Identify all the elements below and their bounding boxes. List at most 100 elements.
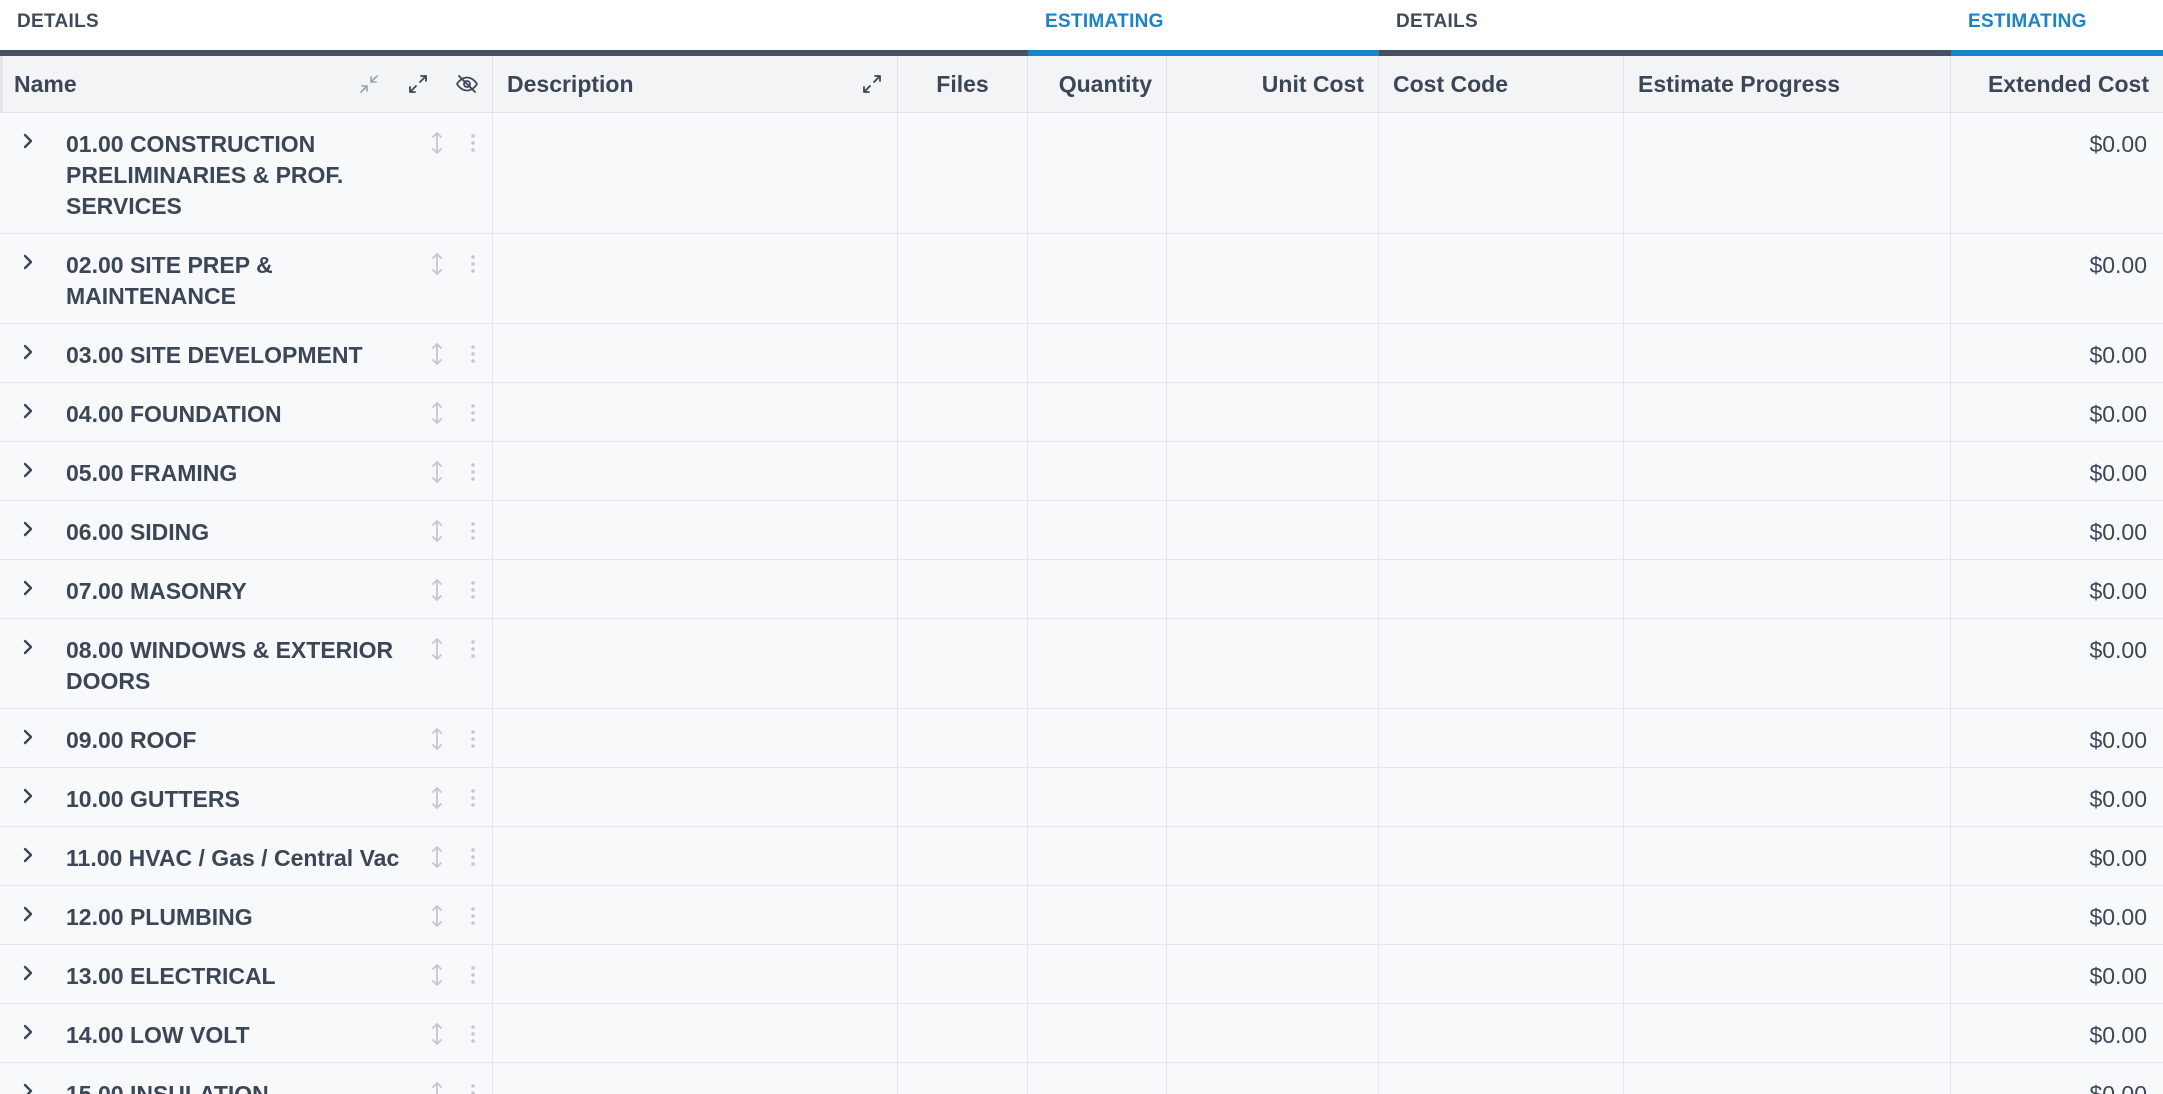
cell-cost-code[interactable]: [1379, 1063, 1624, 1094]
cell-cost-code[interactable]: [1379, 324, 1624, 382]
kebab-menu-icon[interactable]: [461, 635, 485, 663]
cell-description[interactable]: [493, 324, 898, 382]
cell-quantity[interactable]: [1028, 1063, 1167, 1094]
cell-cost-code[interactable]: [1379, 234, 1624, 323]
cell-estimate-progress[interactable]: [1624, 560, 1951, 618]
cell-unit-cost[interactable]: [1167, 768, 1379, 826]
drag-handle-vertical-icon[interactable]: [425, 843, 449, 871]
cell-description[interactable]: [493, 886, 898, 944]
cell-name[interactable]: 11.00 HVAC / Gas / Central Vac: [0, 827, 493, 885]
cell-quantity[interactable]: [1028, 560, 1167, 618]
cell-files[interactable]: [898, 383, 1028, 441]
table-row[interactable]: 13.00 ELECTRICAL $0.00: [0, 945, 2163, 1004]
chevron-right-icon[interactable]: [14, 1018, 42, 1046]
table-row[interactable]: 03.00 SITE DEVELOPMENT $0.00: [0, 324, 2163, 383]
cell-cost-code[interactable]: [1379, 501, 1624, 559]
chevron-right-icon[interactable]: [14, 456, 42, 484]
cell-cost-code[interactable]: [1379, 619, 1624, 708]
cell-quantity[interactable]: [1028, 442, 1167, 500]
cell-cost-code[interactable]: [1379, 383, 1624, 441]
cell-estimate-progress[interactable]: [1624, 768, 1951, 826]
cell-description[interactable]: [493, 501, 898, 559]
kebab-menu-icon[interactable]: [461, 843, 485, 871]
cell-files[interactable]: [898, 442, 1028, 500]
cell-unit-cost[interactable]: [1167, 886, 1379, 944]
drag-handle-vertical-icon[interactable]: [425, 784, 449, 812]
drag-handle-vertical-icon[interactable]: [425, 1020, 449, 1048]
kebab-menu-icon[interactable]: [461, 1079, 485, 1094]
column-header-files[interactable]: Files: [898, 56, 1028, 112]
cell-extended-cost[interactable]: $0.00: [1951, 234, 2163, 323]
column-header-unit-cost[interactable]: Unit Cost: [1167, 56, 1379, 112]
cell-files[interactable]: [898, 501, 1028, 559]
cell-unit-cost[interactable]: [1167, 1063, 1379, 1094]
column-header-name[interactable]: Name: [0, 56, 493, 112]
kebab-menu-icon[interactable]: [461, 961, 485, 989]
column-header-quantity[interactable]: Quantity: [1028, 56, 1167, 112]
cell-estimate-progress[interactable]: [1624, 113, 1951, 233]
cell-files[interactable]: [898, 1063, 1028, 1094]
cell-files[interactable]: [898, 709, 1028, 767]
cell-extended-cost[interactable]: $0.00: [1951, 945, 2163, 1003]
table-row[interactable]: 15.00 INSULATION $0.00: [0, 1063, 2163, 1094]
cell-unit-cost[interactable]: [1167, 113, 1379, 233]
cell-name[interactable]: 03.00 SITE DEVELOPMENT: [0, 324, 493, 382]
cell-files[interactable]: [898, 234, 1028, 323]
cell-quantity[interactable]: [1028, 234, 1167, 323]
cell-quantity[interactable]: [1028, 501, 1167, 559]
cell-name[interactable]: 13.00 ELECTRICAL: [0, 945, 493, 1003]
cell-extended-cost[interactable]: $0.00: [1951, 1063, 2163, 1094]
table-row[interactable]: 08.00 WINDOWS & EXTERIOR DOORS $0.00: [0, 619, 2163, 709]
chevron-right-icon[interactable]: [14, 248, 42, 276]
cell-extended-cost[interactable]: $0.00: [1951, 886, 2163, 944]
cell-extended-cost[interactable]: $0.00: [1951, 113, 2163, 233]
table-row[interactable]: 04.00 FOUNDATION $0.00: [0, 383, 2163, 442]
drag-handle-vertical-icon[interactable]: [425, 129, 449, 157]
cell-estimate-progress[interactable]: [1624, 1063, 1951, 1094]
kebab-menu-icon[interactable]: [461, 902, 485, 930]
drag-handle-vertical-icon[interactable]: [425, 725, 449, 753]
table-row[interactable]: 02.00 SITE PREP & MAINTENANCE $0.00: [0, 234, 2163, 324]
collapse-arrows-icon[interactable]: [357, 72, 381, 96]
chevron-right-icon[interactable]: [14, 900, 42, 928]
cell-files[interactable]: [898, 827, 1028, 885]
kebab-menu-icon[interactable]: [461, 576, 485, 604]
kebab-menu-icon[interactable]: [461, 725, 485, 753]
cell-description[interactable]: [493, 383, 898, 441]
table-row[interactable]: 01.00 CONSTRUCTION PRELIMINARIES & PROF.…: [0, 113, 2163, 234]
chevron-right-icon[interactable]: [14, 1077, 42, 1094]
kebab-menu-icon[interactable]: [461, 458, 485, 486]
cell-unit-cost[interactable]: [1167, 324, 1379, 382]
cell-files[interactable]: [898, 619, 1028, 708]
cell-name[interactable]: 10.00 GUTTERS: [0, 768, 493, 826]
cell-estimate-progress[interactable]: [1624, 442, 1951, 500]
cell-extended-cost[interactable]: $0.00: [1951, 827, 2163, 885]
cell-cost-code[interactable]: [1379, 1004, 1624, 1062]
cell-files[interactable]: [898, 560, 1028, 618]
table-row[interactable]: 11.00 HVAC / Gas / Central Vac $0.00: [0, 827, 2163, 886]
group-details-2[interactable]: DETAILS: [1379, 0, 1951, 56]
kebab-menu-icon[interactable]: [461, 517, 485, 545]
cell-name[interactable]: 15.00 INSULATION: [0, 1063, 493, 1094]
cell-quantity[interactable]: [1028, 886, 1167, 944]
cell-name[interactable]: 04.00 FOUNDATION: [0, 383, 493, 441]
column-header-description[interactable]: Description: [493, 56, 898, 112]
chevron-right-icon[interactable]: [14, 338, 42, 366]
cell-files[interactable]: [898, 768, 1028, 826]
drag-handle-vertical-icon[interactable]: [425, 458, 449, 486]
cell-name[interactable]: 06.00 SIDING: [0, 501, 493, 559]
cell-quantity[interactable]: [1028, 619, 1167, 708]
cell-cost-code[interactable]: [1379, 827, 1624, 885]
cell-quantity[interactable]: [1028, 1004, 1167, 1062]
cell-extended-cost[interactable]: $0.00: [1951, 324, 2163, 382]
cell-unit-cost[interactable]: [1167, 234, 1379, 323]
chevron-right-icon[interactable]: [14, 127, 42, 155]
cell-estimate-progress[interactable]: [1624, 945, 1951, 1003]
group-estimating-2[interactable]: ESTIMATING: [1951, 0, 2163, 56]
cell-extended-cost[interactable]: $0.00: [1951, 501, 2163, 559]
table-row[interactable]: 12.00 PLUMBING $0.00: [0, 886, 2163, 945]
cell-extended-cost[interactable]: $0.00: [1951, 768, 2163, 826]
cell-cost-code[interactable]: [1379, 886, 1624, 944]
expand-arrows-icon[interactable]: [860, 72, 884, 96]
drag-handle-vertical-icon[interactable]: [425, 961, 449, 989]
